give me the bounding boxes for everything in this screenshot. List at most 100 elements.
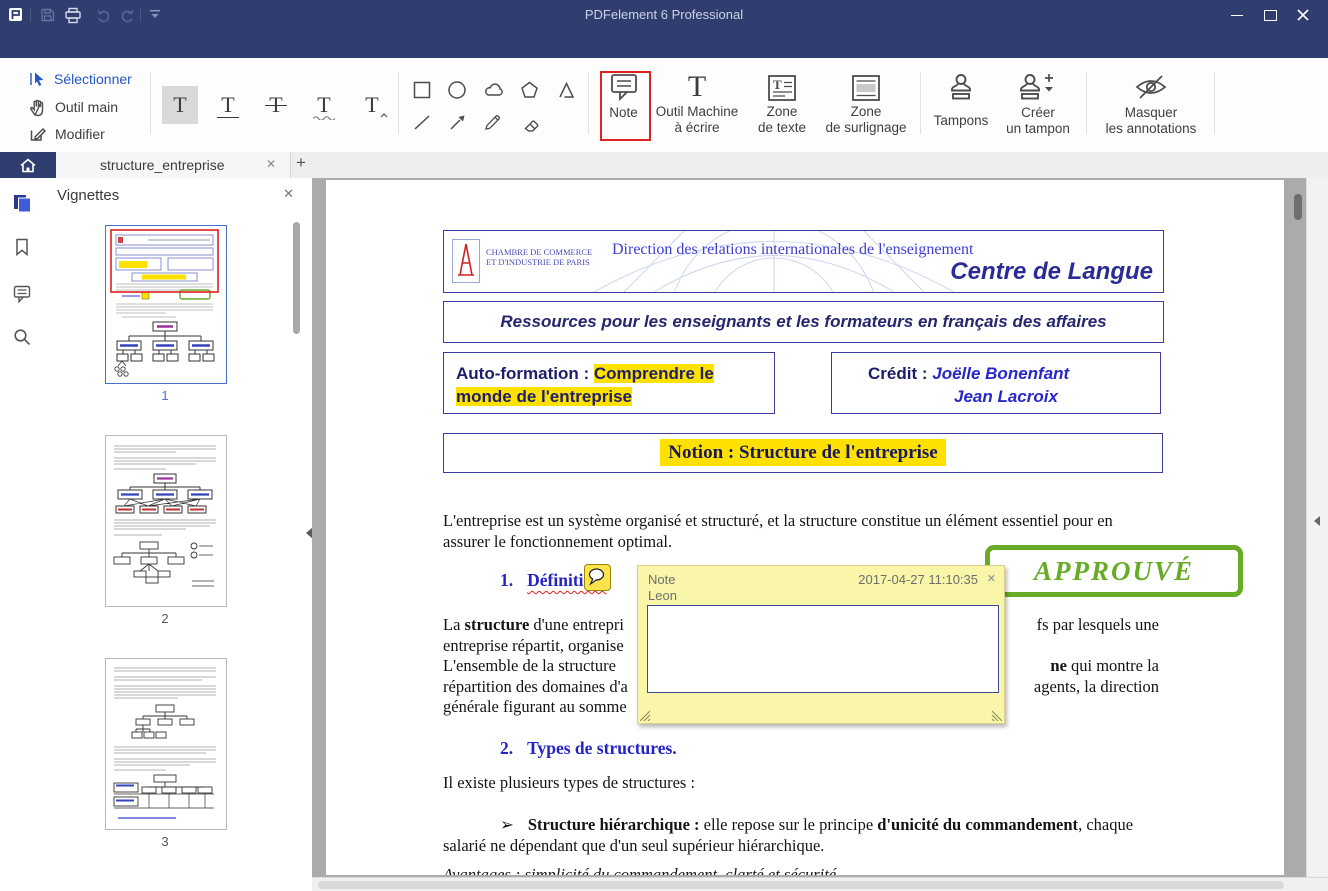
note-popup-timestamp: 2017-04-27 11:10:35 [858, 572, 978, 587]
divider [1214, 72, 1215, 134]
doc-header-box: CHAMBRE DE COMMERCEET D'INDUSTRIE DE PAR… [443, 230, 1164, 293]
autoformation-label: Auto-formation : [456, 364, 594, 383]
select-cursor-icon [28, 70, 47, 89]
arrow-shape-button[interactable] [447, 112, 468, 133]
squiggle-mark [313, 115, 335, 120]
horizontal-scrollbar-thumb[interactable] [318, 881, 1284, 889]
org-name: CHAMBRE DE COMMERCEET D'INDUSTRIE DE PAR… [486, 247, 592, 267]
squiggly-underline-button[interactable]: T [306, 86, 342, 124]
text-box-label-2: de texte [758, 120, 806, 135]
bookmarks-panel-icon[interactable] [11, 236, 33, 258]
typewriter-label-1: Outil Machine [656, 104, 739, 119]
note-annotation-icon[interactable] [584, 564, 611, 591]
close-button[interactable] [1288, 0, 1318, 30]
heading-number: 1. [500, 570, 513, 590]
divider [588, 72, 589, 134]
rectangle-shape-button[interactable] [412, 80, 433, 101]
paragraph-avantages: Avantages : simplicité du commandement, … [443, 864, 836, 875]
tab-close-icon[interactable]: ✕ [266, 157, 276, 171]
page-thumbnail-1[interactable] [105, 225, 227, 384]
select-tool-button[interactable]: Sélectionner [28, 68, 132, 90]
document-tab-label: structure_entreprise [100, 157, 225, 173]
line-shape-button[interactable] [412, 112, 433, 133]
credit-name-1: Joëlle Bonenfant [932, 364, 1069, 383]
approved-stamp[interactable]: APPROUVÉ [985, 545, 1243, 597]
document-tab[interactable]: structure_entreprise ✕ [56, 152, 291, 178]
hide-annotations-button[interactable]: Masquerles annotations [1090, 70, 1212, 148]
strikethrough-text-button[interactable]: T [258, 86, 294, 124]
hide-annotations-label-1: Masquer [1125, 105, 1178, 120]
page-number-3: 3 [105, 834, 225, 849]
hand-tool-button[interactable]: Outil main [28, 96, 118, 118]
ellipse-shape-button[interactable] [447, 80, 468, 101]
hand-tool-label: Outil main [55, 99, 118, 115]
svg-text:T: T [773, 77, 782, 92]
caret-mark [380, 113, 388, 118]
notion-highlight: Notion : Structure de l'entreprise [660, 439, 945, 466]
polygon-shape-button[interactable] [519, 80, 540, 101]
highlight-area-label-2: de surlignage [825, 120, 906, 135]
heading-definition: 1.Définition. [443, 570, 606, 591]
pencil-tool-button[interactable] [482, 112, 505, 133]
t-glyph: T [317, 92, 330, 117]
resize-grip-left[interactable] [640, 709, 652, 721]
hand-icon [28, 97, 48, 117]
pdf-page: CHAMBRE DE COMMERCEET D'INDUSTRIE DE PAR… [326, 180, 1284, 875]
typewriter-button[interactable]: T Outil Machineà écrire [650, 70, 744, 148]
page-thumbnail-preview [106, 436, 224, 604]
page-thumbnail-preview [106, 226, 223, 380]
note-popup-close-icon[interactable]: ✕ [987, 572, 996, 585]
ccip-logo [452, 239, 480, 283]
paragraph-types-intro: Il existe plusieurs types de structures … [443, 772, 695, 793]
create-stamp-button[interactable]: Créerun tampon [998, 70, 1078, 148]
text-box-label-1: Zone [767, 104, 798, 119]
note-icon [609, 72, 639, 104]
new-tab-button[interactable]: + [296, 153, 306, 173]
search-panel-icon[interactable] [11, 326, 33, 348]
document-area: CHAMBRE DE COMMERCEET D'INDUSTRIE DE PAR… [312, 178, 1306, 877]
text-box-icon: T [766, 72, 798, 104]
note-label: Note [600, 105, 647, 121]
panel-scrollbar-thumb[interactable] [293, 222, 300, 334]
page-thumbnail-2[interactable] [105, 435, 227, 607]
note-text-area[interactable] [647, 605, 999, 693]
select-tool-label: Sélectionner [54, 71, 132, 87]
typewriter-icon: T [650, 70, 744, 104]
underline-text-button[interactable]: T [210, 86, 246, 124]
note-popup: Note Leon 2017-04-27 11:10:35 ✕ [637, 565, 1005, 724]
note-popup-author: Leon [648, 588, 677, 603]
resize-grip-right[interactable] [990, 709, 1002, 721]
stamp-icon [944, 71, 978, 105]
hide-annotations-label-2: les annotations [1106, 121, 1197, 136]
document-vertical-scrollbar-thumb[interactable] [1294, 194, 1302, 220]
credit-box: Crédit : Joëlle Bonenfant Jean Lacroix [831, 352, 1161, 414]
text-box-button[interactable]: T Zonede texte [750, 70, 814, 148]
credit-label: Crédit : [868, 364, 932, 383]
thumbnails-panel-icon[interactable] [11, 192, 33, 214]
bullet-glyph: ➢ [500, 815, 514, 834]
highlight-area-label-1: Zone [851, 104, 882, 119]
thumbnails-panel: Vignettes ✕ [45, 178, 313, 891]
ressources-banner: Ressources pour les enseignants et les f… [443, 301, 1164, 343]
right-panel-rail [1306, 178, 1328, 877]
app-window: PDFelement 6 Professional Fichier Accuei… [0, 0, 1328, 891]
cloud-shape-button[interactable] [482, 80, 507, 101]
comments-panel-icon[interactable] [11, 282, 33, 304]
highlight-area-button[interactable]: Zonede surlignage [818, 70, 914, 148]
edit-tool-button[interactable]: Modifier [28, 123, 105, 145]
panel-close-icon[interactable]: ✕ [283, 186, 294, 202]
divider [150, 72, 151, 134]
minimize-button[interactable] [1222, 0, 1252, 30]
home-button[interactable] [0, 152, 56, 178]
underline-mark [217, 117, 239, 118]
expand-right-panel-arrow[interactable] [1314, 516, 1320, 526]
connected-lines-button[interactable] [556, 80, 577, 101]
page-thumbnail-3[interactable] [105, 658, 227, 830]
highlight-text-button[interactable]: T [162, 86, 198, 124]
caret-insert-button[interactable]: T [354, 86, 390, 124]
paragraph-hierarchique: ➢Structure hiérarchique : elle repose su… [443, 814, 1173, 856]
stamps-button[interactable]: Tampons [926, 70, 996, 148]
note-button[interactable]: Note [600, 70, 647, 148]
eraser-tool-button[interactable] [519, 112, 542, 133]
maximize-button[interactable] [1255, 0, 1285, 30]
